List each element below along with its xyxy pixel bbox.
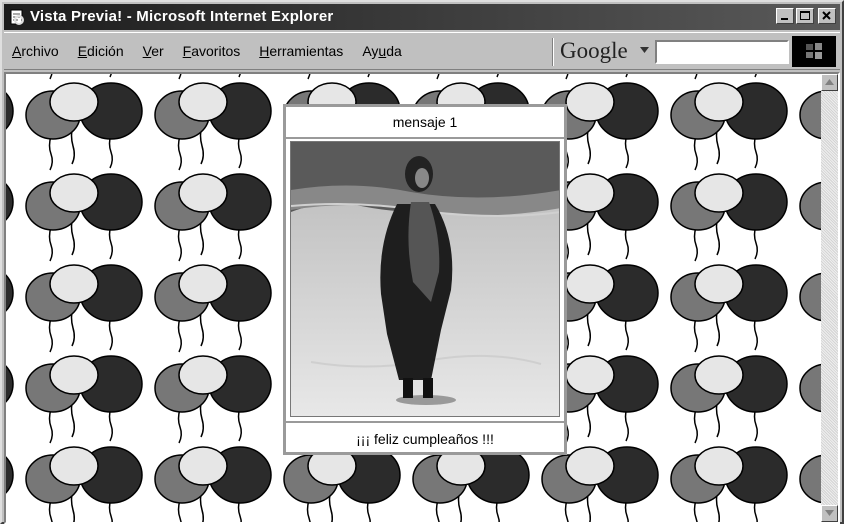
- menu-item-accesskey: A: [12, 43, 22, 59]
- message-popup: mensaje 1 ¡¡¡ feliz cumpleaños !!!: [283, 104, 567, 455]
- scroll-up-button[interactable]: [821, 74, 838, 91]
- windows-logo-throbber: [792, 36, 836, 67]
- birthday-message: ¡¡¡ feliz cumpleaños !!!: [286, 421, 564, 454]
- menu-item-text: erramientas: [269, 43, 344, 59]
- arrow-down-icon: [825, 510, 834, 516]
- menu-item[interactable]: Ver: [143, 43, 164, 59]
- menu-item-accesskey: F: [182, 43, 192, 59]
- menu-item-text: er: [151, 43, 164, 59]
- windows-logo-icon: [806, 43, 822, 59]
- maximize-icon: [800, 11, 810, 20]
- menu-item-text: avoritos: [191, 43, 241, 59]
- menu-items: Archivo Edición Ver Favoritos Herramientas Ay…: [12, 33, 421, 69]
- menu-bar: Archivo Edición Ver Favoritos Herramientas Ay…: [4, 32, 840, 70]
- popup-title: mensaje 1: [286, 107, 564, 139]
- toolbar-separator: [552, 38, 554, 66]
- google-logo[interactable]: Google: [560, 38, 628, 64]
- arrow-up-icon: [825, 79, 834, 85]
- minimize-button[interactable]: [776, 8, 794, 24]
- menu-item-text: rchivo: [21, 43, 59, 59]
- title-bar[interactable]: Vista Previa! - Microsoft Internet Explo…: [4, 4, 840, 30]
- menu-item-text: dición: [87, 43, 124, 59]
- maximize-button[interactable]: [796, 8, 814, 24]
- menu-item[interactable]: Archivo: [12, 43, 59, 59]
- menu-item[interactable]: Herramientas: [259, 43, 343, 59]
- ie-page-icon: [10, 9, 24, 25]
- close-icon: [822, 11, 831, 20]
- menu-item[interactable]: Favoritos: [183, 43, 241, 59]
- scroll-down-button[interactable]: [821, 505, 838, 522]
- menu-item[interactable]: Edición: [78, 43, 124, 59]
- google-search-input[interactable]: [655, 40, 789, 64]
- page-content[interactable]: mensaje 1 ¡¡¡ feliz cumpleaños !!!: [4, 72, 840, 524]
- google-dropdown-icon[interactable]: [640, 47, 649, 53]
- menu-item-accesskey: V: [142, 43, 152, 59]
- menu-item-text: Ay: [362, 43, 379, 59]
- window-title: Vista Previa! - Microsoft Internet Explo…: [30, 8, 334, 25]
- minimize-icon: [781, 18, 788, 20]
- beach-photo: [290, 141, 560, 417]
- vertical-scrollbar[interactable]: [821, 74, 838, 522]
- browser-window: Vista Previa! - Microsoft Internet Explo…: [0, 0, 844, 524]
- menu-item[interactable]: Ayuda: [362, 43, 401, 59]
- close-button[interactable]: [818, 8, 836, 24]
- menu-item-accesskey: E: [77, 43, 88, 59]
- menu-item-accesskey: H: [259, 43, 270, 59]
- menu-item-text: da: [386, 43, 402, 59]
